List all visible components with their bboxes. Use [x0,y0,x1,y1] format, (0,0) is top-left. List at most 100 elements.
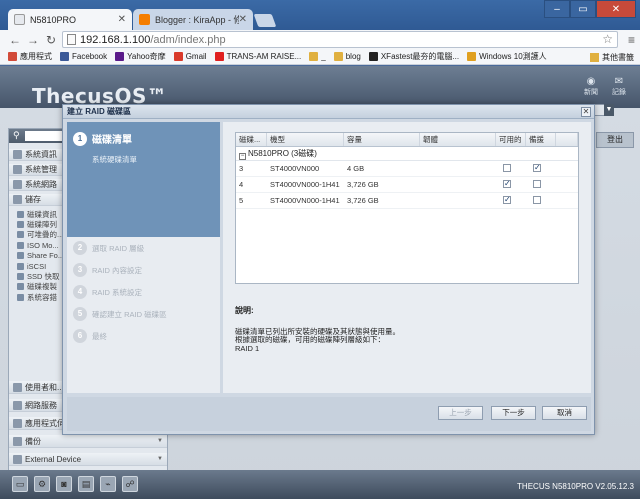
cell-disk: 5 [239,196,244,205]
server-icon[interactable]: ▤ [78,476,94,492]
monitor-icon[interactable]: ▭ [12,476,28,492]
close-icon[interactable]: ✕ [239,14,247,25]
table-row[interactable]: 5 ST4000VN000-1H41 3,726 GB [236,193,578,209]
bookmark-folder[interactable]: _ [309,52,326,61]
cell-available [496,161,526,176]
network-icon[interactable]: ☍ [122,476,138,492]
usb-icon[interactable]: ⌁ [100,476,116,492]
spare-checkbox[interactable] [533,161,541,176]
step-label: 磁碟清單 [92,135,132,146]
col-firmware[interactable]: 韌體 [420,133,496,146]
bookmark-blog[interactable]: blog [333,52,361,61]
gear-icon[interactable]: ⚙ [34,476,50,492]
logout-button[interactable]: 登出 [596,132,634,148]
spare-checkbox[interactable] [533,180,541,188]
bookmark-star-icon[interactable]: ☆ [602,32,613,46]
bookmark-apps[interactable]: 應用程式 [8,51,52,62]
table-row[interactable]: 4 ST4000VN000-1H41 3,726 GB [236,177,578,193]
cell-available [496,193,526,208]
news-label: 新聞 [584,89,598,96]
collapse-icon[interactable]: − [239,153,246,160]
page-icon [67,34,76,45]
dialog-title: 建立 RAID 磁碟區 [63,105,594,119]
help-line: RAID 1 [235,343,260,353]
bookmark-facebook[interactable]: Facebook [60,52,107,61]
col-model[interactable]: 機型 [267,133,344,146]
bookmarks-bar: 應用程式 Facebook Yahoo奇摩 Gmail TRANS-AM RAI… [0,49,640,65]
available-checkbox[interactable] [503,164,511,172]
step-raid-level: 2 選取 RAID 層級 [67,237,220,259]
help-title: 說明: [235,306,254,315]
available-checkbox[interactable] [503,177,511,192]
bookmark-label: Windows 10測護人 [479,52,547,61]
next-button[interactable]: 下一步 [491,406,536,420]
bookmark-label: blog [345,52,361,61]
sidebar-subitem-label: Share Fo... [27,251,65,261]
cell-firmware [420,161,496,176]
cell-spare [526,193,556,208]
col-disk[interactable]: 磁碟... [236,133,267,146]
prev-button[interactable]: 上一步 [438,406,483,420]
close-icon[interactable]: ✕ [581,107,591,117]
cell-disk: 3 [239,164,244,173]
minimize-button[interactable]: – [544,0,570,18]
folder-icon [17,252,24,260]
sidebar-item-label: 網路服務 [25,400,57,410]
address-bar[interactable]: 192.168.1.100/adm/index.php ☆ [62,31,618,48]
wizard-content: 磁碟... 機型 容量 韌體 可用的 備援 − N5810PRO (3磁碟) 3 … [223,122,591,393]
search-input[interactable] [25,131,65,141]
news-link[interactable]: ◉ 新聞 [584,76,598,97]
col-spare[interactable]: 備援 [526,133,556,146]
disk-icon[interactable]: ◙ [56,476,72,492]
step-number: 2 [73,241,87,255]
help-panel: 說明: 磁碟清單已列出所安裝的硬碟及其狀態與使用量。 根據選取的磁碟，可用的磁碟… [235,306,579,353]
cancel-button[interactable]: 取消 [542,406,587,420]
step-number: 6 [73,329,87,343]
menu-icon[interactable]: ≡ [628,33,635,47]
wizard-steps: 1 磁碟清單 系統硬碟清單 2 選取 RAID 層級 3 RAID 內容設定 4 RA… [67,122,220,393]
col-available[interactable]: 可用的 [496,133,526,146]
chevron-down-icon[interactable]: ▼ [604,104,614,116]
window-close-button[interactable]: ✕ [596,0,636,18]
bookmark-label: _ [321,52,326,61]
log-link[interactable]: ✉ 記錄 [612,76,626,97]
cell-capacity: 3,726 GB [347,180,379,189]
bookmark-gmail[interactable]: Gmail [173,52,207,61]
search-icon: ⚲ [13,130,20,140]
tab-n5810pro[interactable]: N5810PRO ✕ [8,9,132,30]
bookmark-label: Gmail [185,52,207,61]
close-icon[interactable]: ✕ [118,14,126,25]
step-number: 3 [73,263,87,277]
bookmark-yahoo[interactable]: Yahoo奇摩 [115,51,166,62]
new-tab-button[interactable] [253,14,277,27]
bookmark-trans-am[interactable]: TRANS-AM RAISE... [214,52,301,61]
group-row[interactable]: − N5810PRO (3磁碟) [236,147,578,161]
bookmark-xfastest[interactable]: XFastest最夯的電腦... [368,51,459,62]
disk-grid: 磁碟... 機型 容量 韌體 可用的 備援 − N5810PRO (3磁碟) 3 … [235,132,579,284]
step-disk-list[interactable]: 1 磁碟清單 系統硬碟清單 [67,122,220,237]
forward-arrow-icon[interactable]: → [24,33,42,47]
tab-blogger[interactable]: Blogger : KiraApp - 修改 ✕ [133,9,253,30]
help-line: 根據選取的磁碟，可用的磁碟陣列層級如下： [235,335,385,344]
spare-checkbox[interactable] [533,196,541,204]
other-bookmarks[interactable]: 其他書籤 [590,52,634,63]
bottom-bar: ▭ ⚙ ◙ ▤ ⌁ ☍ THECUS N5810PRO V2.05.12.3 [0,470,640,499]
sidebar-item-external-device[interactable]: External Device ▼ [9,453,167,466]
folder-icon [309,52,319,61]
chat-icon: ✉ [614,76,624,87]
chevron-down-icon: ▼ [157,456,163,462]
maximize-button[interactable]: ▭ [570,0,596,18]
sidebar-subitem-label: 磁碟複製 [27,282,57,292]
table-row[interactable]: 3 ST4000VN000 4 GB [236,161,578,177]
sidebar-item-backup[interactable]: 備份 ▼ [9,435,167,448]
cell-firmware [420,177,496,192]
sidebar-subitem-label: iSCSI [27,261,47,271]
bookmark-windows10[interactable]: Windows 10測護人 [467,51,547,62]
col-capacity[interactable]: 容量 [344,133,420,146]
available-checkbox[interactable] [503,193,511,208]
browser-tabstrip: N5810PRO ✕ Blogger : KiraApp - 修改 ✕ – ▭ … [0,0,640,30]
col-filler [556,133,578,146]
reload-icon[interactable]: ↻ [42,33,60,47]
globe-icon [13,400,22,410]
back-arrow-icon[interactable]: ← [6,33,24,47]
